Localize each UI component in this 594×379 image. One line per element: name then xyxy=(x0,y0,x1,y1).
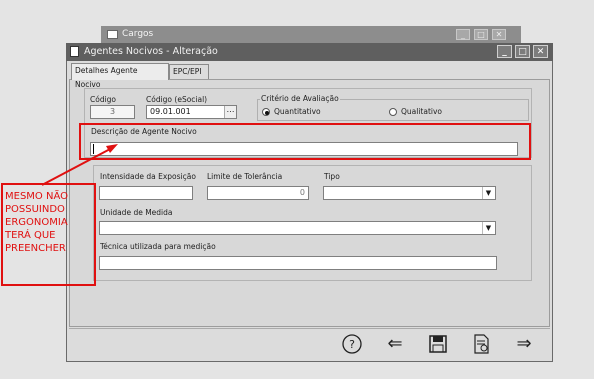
back-button[interactable]: ⇐ xyxy=(383,333,407,355)
annotation-arrow xyxy=(41,144,118,186)
arrow-right-icon: ⇒ xyxy=(516,333,532,354)
tab-detalhes-agente-nocivo[interactable]: Detalhes Agente Nocivo xyxy=(71,63,169,89)
svg-text:?: ? xyxy=(349,338,355,351)
help-icon: ? xyxy=(342,334,362,354)
forward-button[interactable]: ⇒ xyxy=(512,333,536,355)
save-icon xyxy=(429,335,447,353)
arrow-left-icon: ⇐ xyxy=(387,333,403,354)
report-icon xyxy=(474,334,489,354)
save-button[interactable] xyxy=(426,333,450,355)
report-button[interactable] xyxy=(469,333,493,355)
help-button[interactable]: ? xyxy=(340,333,364,355)
